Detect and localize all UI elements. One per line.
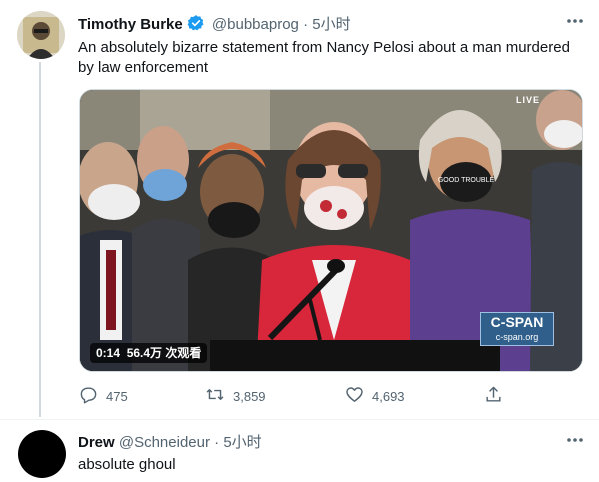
tweet-divider [0, 419, 599, 420]
reply-header: Drew @Schneideur · 5小时 [78, 431, 262, 452]
live-badge: LIVE [515, 95, 540, 105]
share-button[interactable] [484, 384, 511, 408]
retweet-icon [205, 385, 233, 407]
author-name[interactable]: Timothy Burke [78, 16, 183, 33]
video-player[interactable]: GOOD TROUBLE LIVE C-SPAN c-span.org 0:14… [79, 89, 583, 372]
author-handle[interactable]: @bubbaprog [212, 16, 299, 33]
cspan-logo: C-SPAN c-span.org [480, 312, 554, 346]
thread-line [39, 62, 41, 417]
reply-more-options-icon[interactable] [562, 427, 588, 453]
heart-icon [345, 385, 372, 407]
reply-button[interactable]: 475 [79, 384, 128, 408]
video-duration-badge: 0:14 56.4万 次观看 [90, 343, 208, 363]
video-views: 56.4万 次观看 [126, 346, 202, 360]
separator-dot: · [303, 16, 309, 33]
reply-author-avatar[interactable] [18, 430, 66, 478]
video-duration: 0:14 [96, 346, 121, 360]
like-count: 4,693 [372, 388, 405, 404]
reply-text: absolute ghoul [78, 456, 176, 473]
reply-icon [79, 385, 106, 407]
more-options-icon[interactable] [562, 8, 588, 34]
mask-text: GOOD TROUBLE [438, 177, 495, 184]
separator-dot: · [214, 434, 220, 451]
retweet-button[interactable]: 3,859 [205, 384, 266, 408]
retweet-count: 3,859 [233, 388, 266, 404]
author-avatar[interactable] [17, 11, 65, 59]
tweet-text: An absolutely bizarre statement from Nan… [78, 39, 570, 76]
verified-badge-icon [187, 14, 205, 36]
like-button[interactable]: 4,693 [345, 384, 405, 408]
share-icon [484, 385, 511, 407]
tweet-header: Timothy Burke @bubbaprog · 5小时 [78, 13, 351, 36]
reply-author-name[interactable]: Drew [78, 434, 115, 451]
tweet-timestamp[interactable]: 5小时 [312, 16, 350, 33]
reply-timestamp[interactable]: 5小时 [223, 434, 261, 451]
reply-count: 475 [106, 388, 128, 404]
reply-author-handle[interactable]: @Schneideur [119, 434, 210, 451]
tweet-actions: 475 3,859 4,693 [79, 384, 519, 408]
